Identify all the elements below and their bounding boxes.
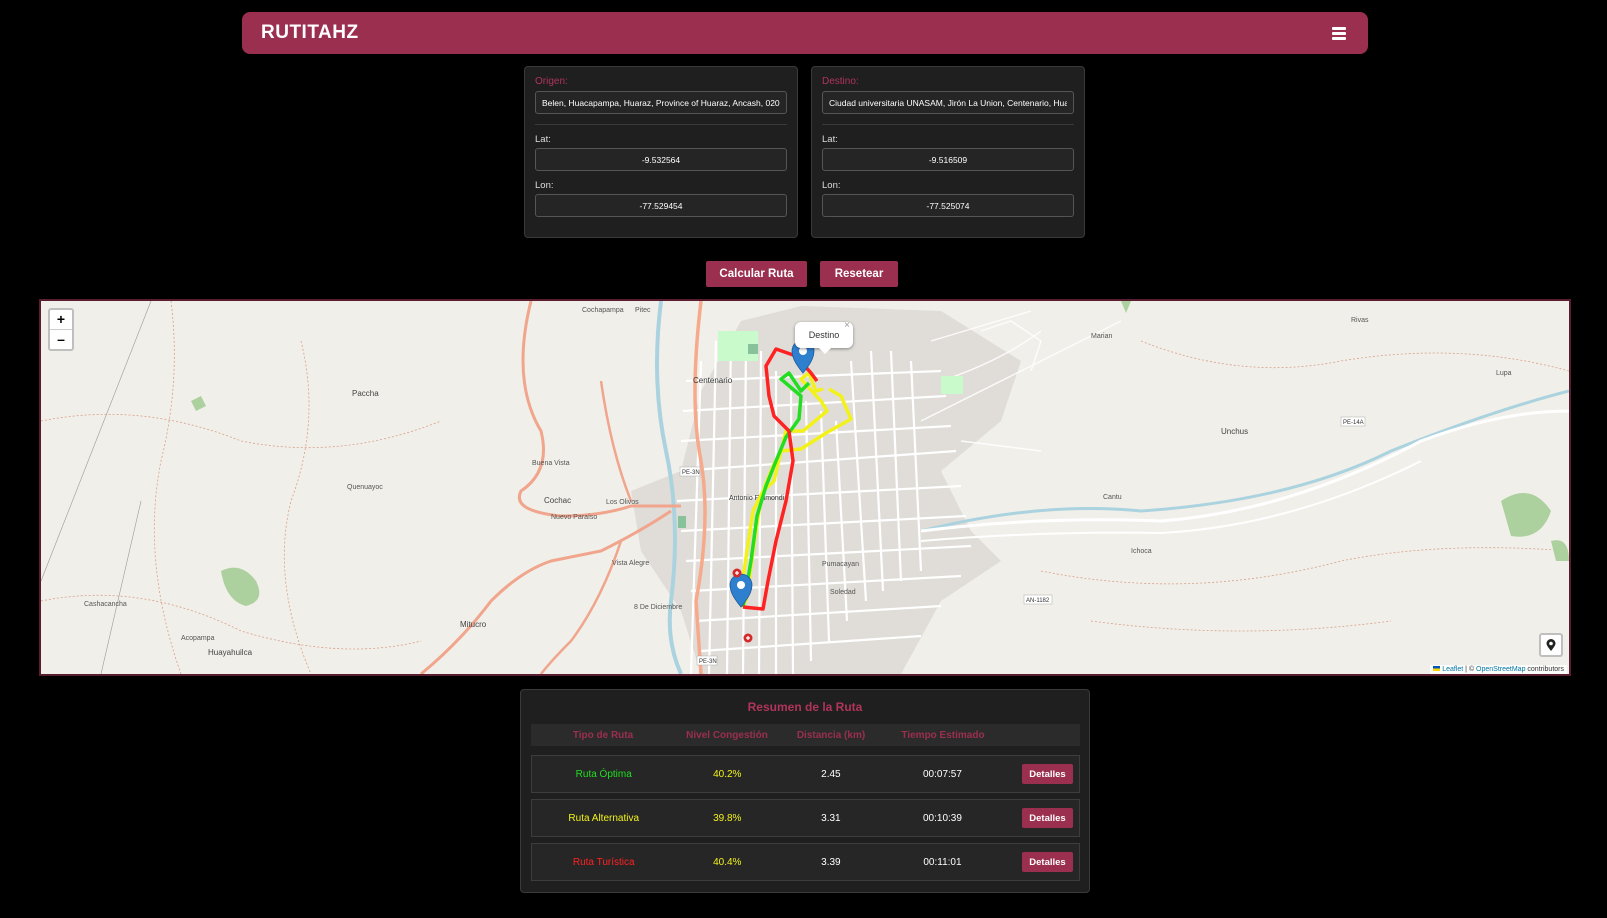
route-summary-panel: Resumen de la Ruta Tipo de Ruta Nivel Co… — [520, 689, 1090, 893]
header-route-type: Tipo de Ruta — [572, 729, 634, 741]
osm-link[interactable]: OpenStreetMap — [1476, 666, 1525, 673]
map-label-nuevoparaiso: Nuevo Paraíso — [551, 514, 597, 521]
map-label-marian: Marian — [1091, 333, 1113, 340]
zoom-controls: + – — [48, 308, 74, 351]
route-type-cell: Ruta Óptima — [575, 768, 632, 780]
destination-lon-label: Lon: — [822, 180, 841, 191]
origin-lon-label: Lon: — [535, 180, 554, 191]
origin-lon-input[interactable] — [535, 194, 787, 217]
destination-lon-input[interactable] — [822, 194, 1074, 217]
reset-button[interactable]: Resetear — [820, 261, 898, 287]
congestion-cell: 39.8% — [713, 812, 742, 824]
time-cell: 00:11:01 — [923, 856, 962, 868]
map-label-cochapampa: Cochapampa — [582, 307, 624, 314]
map-label-cantu: Cantu — [1103, 494, 1122, 501]
map-shield-an1182: AN-1182 — [1026, 598, 1050, 604]
header-congestion: Nivel Congestión — [686, 729, 768, 741]
map-label-soledad: Soledad — [830, 589, 856, 596]
map-shield-pe14a: PE-14A — [1343, 420, 1364, 426]
map-label-centenario: Centenario — [693, 376, 733, 385]
map-label-pumacayan: Pumacayan — [822, 561, 859, 568]
table-row: Ruta Óptima 40.2% 2.45 00:07:57 Detalles — [531, 755, 1080, 793]
origin-panel: Origen: Lat: Lon: — [524, 66, 798, 238]
origin-title: Origen: — [535, 76, 568, 87]
header-time: Tiempo Estimado — [901, 729, 985, 741]
table-row: Ruta Turística 40.4% 3.39 00:11:01 Detal… — [531, 843, 1080, 881]
map-attribution: Leaflet | © OpenStreetMap contributors — [1430, 665, 1567, 674]
congestion-cell: 40.2% — [713, 768, 742, 780]
popup-label: Destino — [808, 330, 840, 340]
route-type-cell: Ruta Turística — [572, 856, 635, 868]
map-label-dediciembre: 8 De Diciembre — [634, 604, 682, 611]
map-shield-pe3n-south: PE-3N — [699, 659, 717, 665]
map-shield-pe3n: PE-3N — [682, 470, 700, 476]
map-label-vistaalegre: Vista Alegre — [612, 560, 649, 567]
map-label-losolivos: Los Olivos — [606, 499, 639, 506]
details-button[interactable]: Detalles — [1021, 808, 1073, 828]
ukraine-flag-icon — [1433, 666, 1441, 671]
map-tiles: Cochapampa Pitec Centenario Paccha Buena… — [41, 301, 1569, 674]
popup-close-icon[interactable]: × — [844, 313, 850, 339]
urban-area — [631, 306, 1021, 674]
map-label-cochac: Cochac — [544, 496, 571, 505]
map-label-quenuayoc: Quenuayoc — [347, 484, 383, 491]
distance-cell: 3.39 — [821, 856, 841, 868]
origin-address-input[interactable] — [535, 91, 787, 114]
zoom-out-button[interactable]: – — [50, 330, 72, 349]
time-cell: 00:10:39 — [923, 812, 962, 824]
destination-title: Destino: — [822, 76, 859, 87]
map-label-rivas: Rivas — [1351, 317, 1369, 324]
route-type-cell: Ruta Alternativa — [568, 812, 640, 824]
map-label-unchus: Unchus — [1221, 427, 1248, 436]
destination-lat-input[interactable] — [822, 148, 1074, 171]
table-row: Ruta Alternativa 39.8% 3.31 00:10:39 Det… — [531, 799, 1080, 837]
map-label-mitucro: Mitucro — [460, 620, 487, 629]
details-button[interactable]: Detalles — [1021, 852, 1073, 872]
brand-logo[interactable]: RUTITAHZ — [261, 22, 359, 44]
map-label-huayahuilca: Huayahuilca — [208, 648, 253, 657]
details-button[interactable]: Detalles — [1021, 764, 1073, 784]
distance-cell: 3.31 — [821, 812, 841, 824]
origin-divider — [535, 124, 787, 125]
destination-divider — [822, 124, 1074, 125]
map-label-cashacancha: Cashacancha — [84, 601, 127, 608]
zoom-in-button[interactable]: + — [50, 310, 72, 330]
destination-lat-label: Lat: — [822, 134, 838, 145]
map-label-acopampa: Acopampa — [181, 635, 215, 642]
distance-cell: 2.45 — [821, 768, 841, 780]
origin-lat-label: Lat: — [535, 134, 551, 145]
map-label-buenavista: Buena Vista — [532, 460, 570, 467]
destination-address-input[interactable] — [822, 91, 1074, 114]
river-quillcay — [920, 389, 1569, 533]
top-navbar: RUTITAHZ — [242, 12, 1368, 54]
origin-lat-input[interactable] — [535, 148, 787, 171]
congestion-cell: 40.4% — [713, 856, 742, 868]
route-map[interactable]: Cochapampa Pitec Centenario Paccha Buena… — [39, 299, 1571, 676]
destination-panel: Destino: Lat: Lon: — [811, 66, 1085, 238]
map-label-ichoca: Ichoca — [1131, 548, 1152, 555]
map-label-lupa: Lupa — [1496, 370, 1512, 377]
summary-title: Resumen de la Ruta — [747, 700, 863, 714]
summary-table-header: Tipo de Ruta Nivel Congestión Distancia … — [531, 724, 1080, 746]
hamburger-menu-icon[interactable] — [1332, 26, 1346, 40]
map-label-pitec: Pitec — [635, 307, 651, 314]
header-distance: Distancia (km) — [796, 729, 866, 741]
destination-popup: Destino × — [795, 320, 853, 354]
locate-icon[interactable] — [1539, 633, 1563, 657]
map-label-paccha: Paccha — [352, 389, 379, 398]
time-cell: 00:07:57 — [923, 768, 962, 780]
calculate-route-button[interactable]: Calcular Ruta — [706, 261, 807, 287]
leaflet-link[interactable]: Leaflet — [1442, 666, 1463, 673]
